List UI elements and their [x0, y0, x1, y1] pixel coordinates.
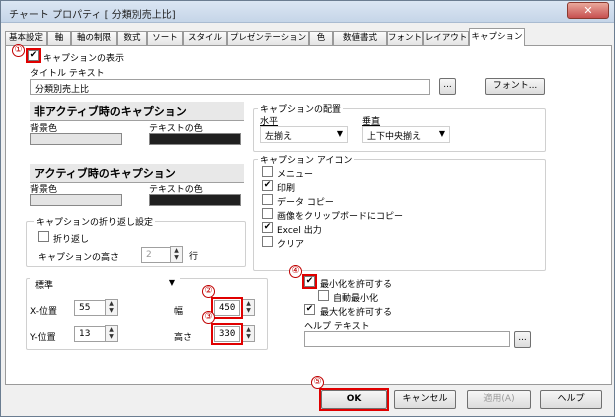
annotation-badge-3: ③ [202, 311, 215, 324]
help-text-ellipsis-button[interactable]: ... [514, 331, 531, 348]
y-position-spinner[interactable]: ▲ ▼ [105, 325, 118, 342]
icon-clear-label: クリア [277, 240, 305, 250]
chevron-down-icon: ▼ [336, 129, 343, 138]
x-position-input[interactable]: 55 [74, 300, 106, 316]
allow-maximize-checkbox[interactable]: ✔ [304, 304, 315, 315]
title-text-input[interactable]: 分類別売上比 [30, 79, 430, 95]
caption-show-label: キャプションの表示 [43, 54, 125, 64]
chevron-down-icon: ▼ [438, 129, 445, 138]
auto-minimize-label: 自動最小化 [333, 294, 379, 304]
icon-image-copy-checkbox[interactable] [262, 208, 273, 219]
check-mark-icon: ✔ [305, 304, 314, 314]
tab-style[interactable]: スタイル [183, 31, 227, 45]
tab-sort[interactable]: ソート [147, 31, 183, 45]
tab-axis-limits[interactable]: 軸の制限 [71, 31, 117, 45]
width-label: 幅 [174, 307, 184, 317]
annotation-badge-5: ⑤ [311, 376, 324, 389]
tab-number-format[interactable]: 数値書式 [333, 31, 387, 45]
caption-height-unit: 行 [189, 252, 199, 262]
annotation-box-5 [319, 388, 389, 411]
x-position-label: X-位置 [30, 307, 57, 317]
position-mode-select[interactable]: 標準 ▼ [30, 275, 180, 292]
inactive-bg-color-swatch[interactable] [30, 133, 122, 145]
check-mark-icon: ✔ [263, 222, 272, 232]
close-button[interactable]: ✕ [567, 2, 609, 19]
tab-caption[interactable]: キャプション [469, 28, 525, 46]
check-mark-icon: ✔ [263, 180, 272, 190]
icon-data-copy-checkbox[interactable] [262, 194, 273, 205]
icon-clear-checkbox[interactable] [262, 236, 273, 247]
icon-menu-label: メニュー [277, 170, 314, 180]
inactive-caption-header: 非アクティブ時のキャプション [30, 102, 244, 121]
chart-properties-dialog: チャート プロパティ [ 分類別売上比] ✕ 基本設定 軸 軸の制限 数式 ソー… [0, 0, 615, 417]
title-bar[interactable]: チャート プロパティ [ 分類別売上比] ✕ [1, 1, 614, 23]
y-position-input[interactable]: 13 [74, 326, 106, 342]
caption-height-spinner[interactable]: ▲ ▼ [170, 246, 183, 263]
horizontal-select-value: 左揃え [265, 132, 293, 142]
width-spinner[interactable]: ▲ ▼ [242, 299, 255, 316]
title-text-label: タイトル テキスト [30, 69, 105, 79]
vertical-select-value: 上下中央揃え [367, 132, 422, 142]
y-position-label: Y-位置 [30, 333, 56, 343]
icon-excel-export-label: Excel 出力 [277, 226, 322, 236]
icon-data-copy-label: データ コピー [277, 198, 334, 208]
font-button[interactable]: フォント... [485, 78, 545, 95]
auto-minimize-checkbox[interactable] [318, 290, 329, 301]
icon-excel-export-checkbox[interactable]: ✔ [262, 222, 273, 233]
wrap-settings-title: キャプションの折り返し設定 [34, 215, 156, 228]
horizontal-select[interactable]: 左揃え ▼ [260, 126, 348, 143]
caption-icons-title: キャプション アイコン [258, 153, 355, 166]
tab-presentation[interactable]: プレゼンテーション [227, 31, 309, 45]
annotation-box-3 [211, 323, 243, 345]
caption-tab-panel: ✔ ① キャプションの表示 タイトル テキスト 分類別売上比 ... フォント.… [5, 44, 612, 385]
position-mode-value: 標準 [35, 281, 54, 291]
inactive-text-color-swatch[interactable] [149, 133, 241, 145]
tab-layout[interactable]: レイアウト [423, 31, 469, 45]
x-position-spinner[interactable]: ▲ ▼ [105, 299, 118, 316]
annotation-badge-2: ② [202, 285, 215, 298]
tab-bar: 基本設定 軸 軸の制限 数式 ソート スタイル プレゼンテーション 色 数値書式… [5, 28, 609, 46]
annotation-box-2 [211, 297, 243, 319]
active-text-color-swatch[interactable] [149, 194, 241, 206]
active-bg-color-swatch[interactable] [30, 194, 122, 206]
caption-height-label: キャプションの高さ [38, 253, 120, 263]
cancel-button[interactable]: キャンセル [394, 390, 456, 409]
annotation-box-1 [26, 48, 41, 63]
height-label: 高さ [174, 333, 193, 343]
icon-menu-checkbox[interactable] [262, 166, 273, 177]
annotation-box-4 [302, 274, 317, 289]
active-caption-header: アクティブ時のキャプション [30, 164, 244, 183]
tab-basic[interactable]: 基本設定 [5, 31, 47, 45]
annotation-badge-1: ① [12, 44, 25, 57]
height-spinner[interactable]: ▲ ▼ [242, 325, 255, 342]
vertical-select[interactable]: 上下中央揃え ▼ [362, 126, 450, 143]
tab-axis[interactable]: 軸 [47, 31, 71, 45]
allow-minimize-label: 最小化を許可する [320, 280, 393, 290]
tab-font[interactable]: フォント [387, 31, 423, 45]
window-title: チャート プロパティ [ 分類別売上比] [9, 10, 176, 21]
apply-button[interactable]: 適用(A) [467, 390, 531, 409]
icon-image-copy-label: 画像をクリップボードにコピー [277, 212, 404, 222]
wrap-checkbox[interactable] [38, 231, 49, 242]
allow-maximize-label: 最大化を許可する [320, 308, 393, 318]
tab-colors[interactable]: 色 [309, 31, 333, 45]
chevron-down-icon: ▼ [168, 278, 175, 287]
caption-height-input[interactable]: 2 [141, 247, 171, 263]
annotation-badge-4: ④ [289, 265, 302, 278]
wrap-label: 折り返し [53, 235, 90, 245]
title-text-ellipsis-button[interactable]: ... [439, 78, 456, 95]
icon-print-label: 印刷 [277, 184, 296, 194]
help-text-input[interactable] [304, 331, 510, 347]
tab-expressions[interactable]: 数式 [117, 31, 147, 45]
icon-print-checkbox[interactable]: ✔ [262, 180, 273, 191]
help-button[interactable]: ヘルプ [540, 390, 602, 409]
